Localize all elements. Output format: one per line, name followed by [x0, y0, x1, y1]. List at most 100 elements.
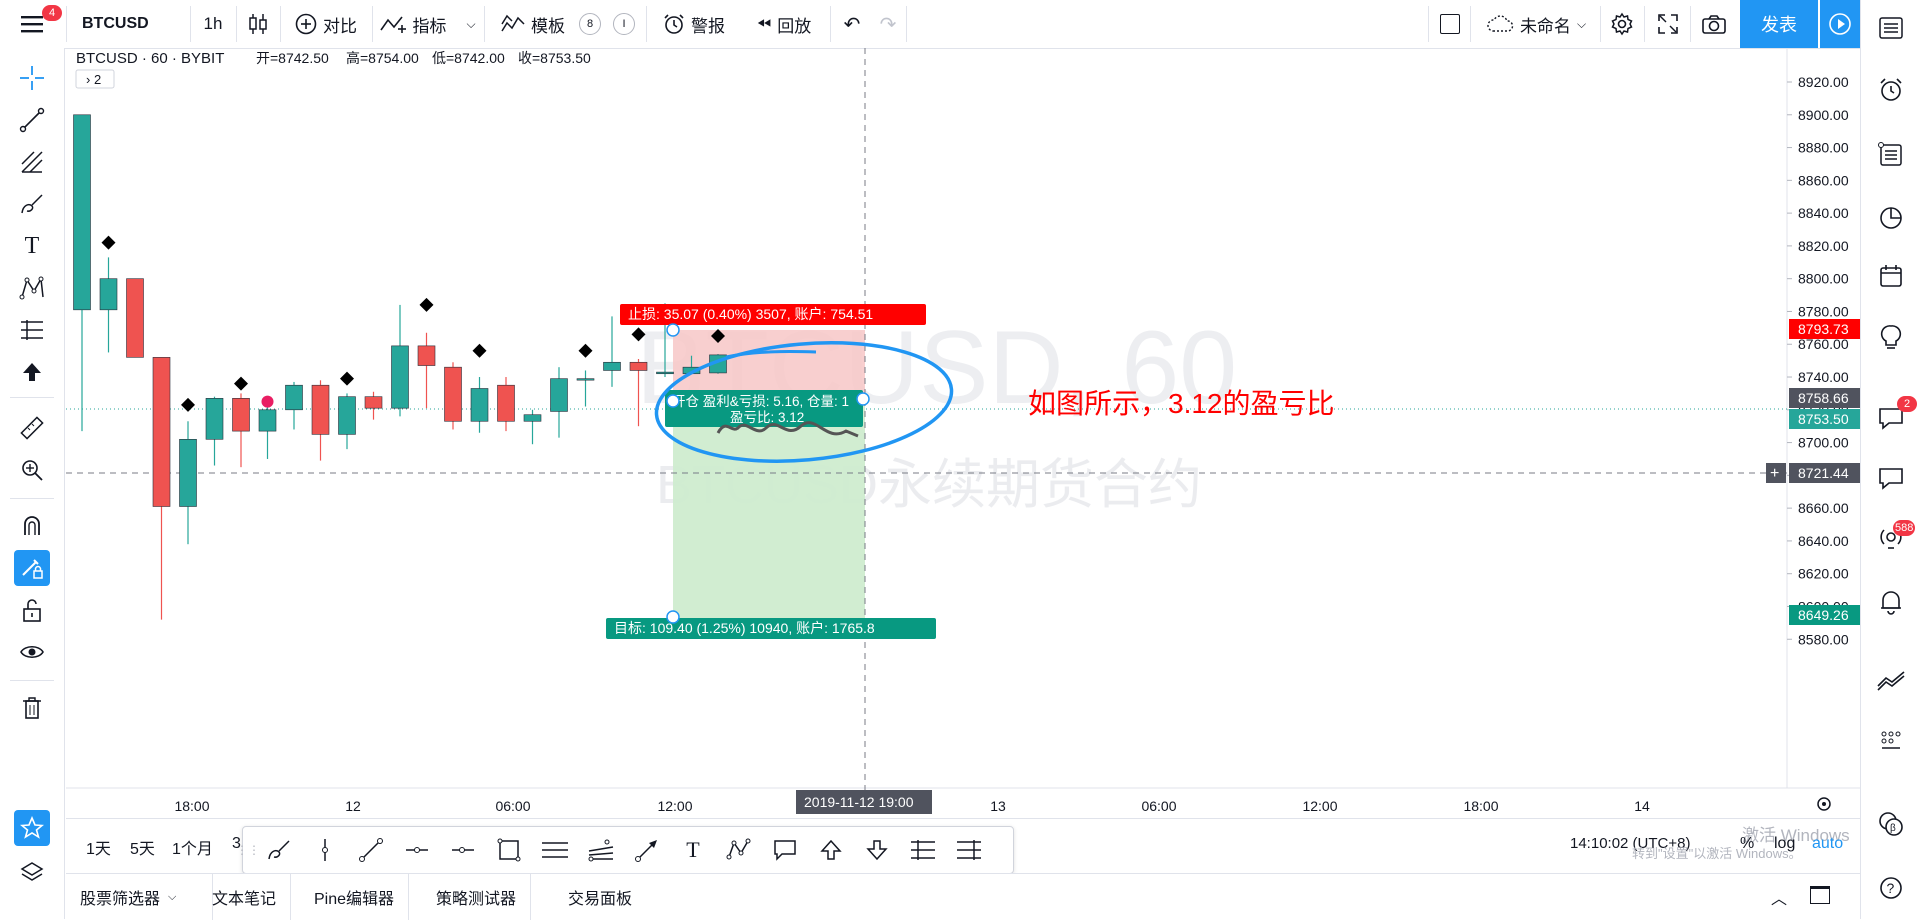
alerts-button[interactable] [1873, 72, 1909, 108]
tab-stock-screener[interactable]: 股票筛选器 ⌵ [66, 874, 213, 920]
indicators-button[interactable]: 指标 ⌵ [376, 0, 480, 48]
undo-button[interactable]: ↶ [834, 0, 870, 48]
prediction-tool[interactable] [14, 312, 50, 348]
tab-trading-panel[interactable]: 交易面板 [554, 874, 646, 920]
tab-pine-editor[interactable]: Pine编辑器 [300, 874, 410, 920]
end-handle[interactable] [856, 392, 870, 406]
range-5d[interactable]: 5天 [130, 835, 155, 859]
arrow-tool[interactable] [14, 354, 50, 390]
fav-long-position[interactable] [905, 832, 941, 868]
fullscreen-button[interactable] [1650, 0, 1686, 48]
axis-settings-button[interactable] [1817, 797, 1831, 811]
trendline-tool[interactable] [14, 102, 50, 138]
layers-icon [20, 862, 44, 881]
alert-button[interactable]: 警报 [656, 0, 732, 48]
interval-button[interactable]: 1h [192, 0, 234, 48]
menu-button[interactable]: 4 [10, 0, 62, 48]
pattern-icon [726, 838, 751, 860]
stay-in-drawing-mode[interactable] [14, 550, 50, 586]
data-window-icon [1878, 142, 1902, 166]
compare-button[interactable]: 对比 [284, 0, 368, 48]
brush-tool[interactable] [14, 186, 50, 222]
redo-button[interactable]: ↷ [870, 0, 906, 48]
crosshair-tool[interactable] [14, 60, 50, 96]
object-tree[interactable] [14, 854, 50, 890]
layout-select-button[interactable] [1432, 0, 1468, 48]
fav-parallel-channel[interactable] [537, 832, 573, 868]
order-panel-button[interactable] [1873, 662, 1909, 698]
chart-type-button[interactable] [238, 0, 278, 48]
fav-fib[interactable] [583, 832, 619, 868]
collapse-panel-button[interactable]: ︿ [1766, 884, 1792, 910]
fav-pattern[interactable] [721, 832, 757, 868]
tab-trading-panel-label: 交易面板 [568, 891, 633, 908]
annotation-text[interactable]: 如图所示，3.12的盈亏比 [1028, 388, 1335, 419]
chats-button[interactable]: 2 [1873, 396, 1917, 436]
fav-arrow-up[interactable] [813, 832, 849, 868]
time-tick-label: 12:00 [657, 798, 692, 814]
chart-canvas[interactable]: BTCUSD, 60 BTCUSD永续期货合约 止损: 35.07 (0.40%… [66, 48, 1860, 818]
price-axis[interactable]: 8920.00 8900.00 8880.00 8860.00 8840.00 8820.… [1787, 74, 1849, 647]
calendar-button[interactable] [1873, 258, 1909, 294]
fav-arrow-down[interactable] [859, 832, 895, 868]
log-toggle[interactable]: log [1774, 835, 1795, 853]
price-tick-label: 8580.00 [1798, 631, 1849, 647]
fav-vertical-line[interactable] [307, 832, 343, 868]
live-play-button[interactable] [1820, 0, 1860, 48]
hotlists-button[interactable] [1873, 200, 1909, 236]
depth-of-market-button[interactable] [1873, 722, 1909, 758]
favorites-toolbar[interactable] [14, 810, 50, 846]
templates-button[interactable]: 模板 [490, 0, 576, 48]
stop-handle[interactable] [666, 323, 680, 337]
fav-short-position[interactable] [951, 832, 987, 868]
measure-tool[interactable] [14, 410, 50, 446]
magnet-tool[interactable] [14, 508, 50, 544]
coins-button[interactable]: β [1873, 806, 1909, 842]
counter-a[interactable]: 8 [578, 0, 602, 48]
zoom-tool[interactable] [14, 452, 50, 488]
drag-handle[interactable]: ⋮⋮ [236, 832, 260, 868]
range-1m[interactable]: 1个月 [172, 835, 213, 859]
pitchfork-tool[interactable] [14, 144, 50, 180]
chart-pane[interactable]: BTCUSD, 60 BTCUSD永续期货合约 止损: 35.07 (0.40%… [66, 48, 1860, 818]
snapshot-button[interactable] [1696, 0, 1732, 48]
lock-drawings[interactable] [14, 592, 50, 628]
data-window-button[interactable] [1873, 136, 1909, 172]
ideas-stream-button[interactable] [1873, 320, 1909, 356]
fav-arrow[interactable] [629, 832, 665, 868]
fav-rectangle[interactable] [491, 832, 527, 868]
symbol-search[interactable]: BTCUSD [70, 0, 190, 48]
pattern-tool[interactable] [14, 270, 50, 306]
replay-button[interactable]: ⏪︎ 回放 [744, 0, 824, 48]
hamburger-icon [21, 16, 43, 33]
fav-trendline[interactable] [353, 832, 389, 868]
fav-text[interactable]: T [675, 832, 711, 868]
help-button[interactable]: ? [1873, 870, 1909, 906]
fav-brush[interactable] [261, 832, 297, 868]
layout-name-button[interactable]: 未命名 ⌵ [1478, 0, 1594, 48]
tab-text-notes[interactable]: 文本笔记 [198, 874, 292, 920]
entry-handle[interactable] [666, 394, 680, 408]
publish-button[interactable]: 发表 [1740, 0, 1818, 48]
auto-toggle[interactable]: auto [1812, 835, 1843, 853]
hide-drawings[interactable] [14, 634, 50, 670]
ideas-button[interactable]: 588 [1873, 520, 1916, 556]
fav-horizontal-line[interactable] [399, 832, 435, 868]
percent-toggle[interactable]: % [1740, 835, 1754, 853]
chevron-down-icon[interactable]: ⌵ [466, 17, 475, 32]
maximize-panel-button[interactable] [1810, 886, 1832, 906]
text-tool[interactable]: T [14, 228, 50, 264]
fav-horizontal-ray[interactable] [445, 832, 481, 868]
range-1d[interactable]: 1天 [86, 835, 111, 859]
tab-strategy-tester[interactable]: 策略测试器 [422, 874, 532, 920]
settings-button[interactable] [1604, 0, 1640, 48]
notifications-button[interactable] [1873, 584, 1909, 620]
counter-b[interactable]: I [612, 0, 636, 48]
private-chats-button[interactable] [1873, 460, 1909, 496]
fav-callout[interactable] [767, 832, 803, 868]
watchlist-button[interactable] [1873, 10, 1909, 46]
indicators-label: 指标 [412, 16, 447, 36]
target-handle[interactable] [666, 610, 680, 624]
remove-drawings[interactable] [14, 690, 50, 726]
candle [417, 332, 436, 409]
